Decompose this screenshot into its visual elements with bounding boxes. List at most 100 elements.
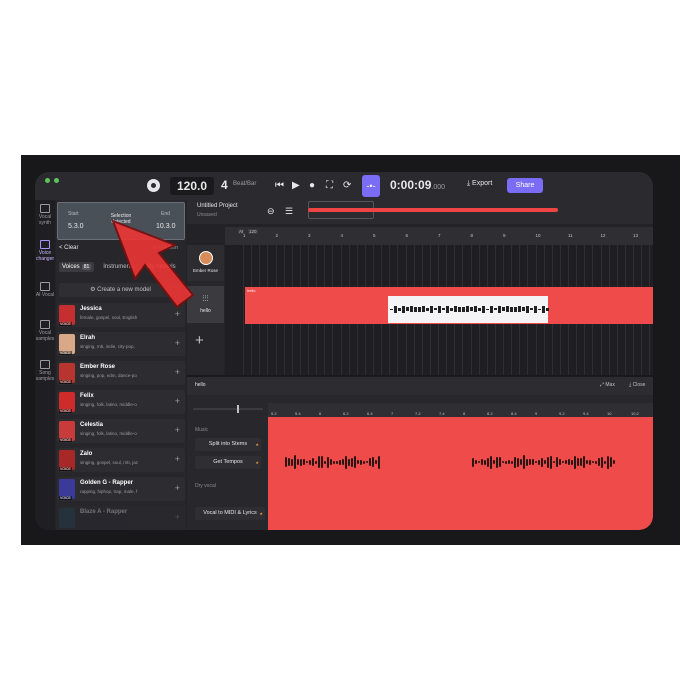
overview-clip-bar xyxy=(308,208,558,212)
waveform-segment xyxy=(438,305,441,313)
waveform-bar xyxy=(577,458,579,466)
add-voice-icon[interactable]: + xyxy=(175,338,180,348)
fullscreen-icon[interactable]: ⛶ xyxy=(326,178,333,194)
dry-vocal-section-label: Dry vocal xyxy=(195,483,216,489)
voice-item[interactable]: VOICE Zalo singing, gospel, soul, rnb, jaz… xyxy=(57,448,185,472)
add-voice-icon[interactable]: + xyxy=(175,483,180,493)
waveform-bar xyxy=(318,456,320,468)
waveform-segment xyxy=(494,308,497,310)
window-controls xyxy=(45,178,59,183)
rail-label: Vocal samples xyxy=(35,330,55,342)
skip-back-icon[interactable]: ⏮ xyxy=(275,178,284,194)
add-track-button[interactable]: + xyxy=(195,332,204,349)
beats-field[interactable]: 4 xyxy=(221,178,228,192)
waveform-bar xyxy=(559,459,561,465)
voice-name: Zalo xyxy=(80,451,93,457)
waveform-bar xyxy=(538,459,540,465)
export-button[interactable]: ⤓ Export xyxy=(467,180,492,188)
voice-item[interactable]: VOICE Elrah singing, rnb, indie, city-pop,… xyxy=(57,332,185,356)
voice-item[interactable]: VOICE Golden G - Rapper rapping, hiphop, t… xyxy=(57,477,185,501)
waveform-segment xyxy=(458,306,461,312)
waveform-bar xyxy=(300,458,302,466)
waveform-segment xyxy=(498,305,501,313)
bar-tick: 1 xyxy=(243,233,246,238)
rail-item-ai-vocal[interactable]: AI Vocal xyxy=(35,282,55,298)
editor-tick: 8.2 xyxy=(487,411,493,416)
close-label: Close xyxy=(632,382,646,388)
annotation-arrow-icon xyxy=(111,219,195,309)
add-voice-icon[interactable]: + xyxy=(175,512,180,522)
record-icon[interactable]: ● xyxy=(309,178,315,194)
metronome-icon[interactable]: ⊖ xyxy=(267,203,275,219)
waveform-segment xyxy=(478,307,481,311)
editor-tick: 10.2 xyxy=(631,411,639,416)
voice-name: Jessica xyxy=(80,306,102,312)
voice-item[interactable]: VOICE Felix singing, folk, latino, middle-… xyxy=(57,390,185,414)
vocal-samples-icon xyxy=(40,320,50,329)
music-section-label: Music xyxy=(195,427,209,433)
rail-item-vocal-samples[interactable]: Vocal samples xyxy=(35,320,55,342)
waveform-segment xyxy=(430,305,433,313)
editor-ruler[interactable] xyxy=(268,403,653,417)
waveform-bar xyxy=(315,460,317,464)
share-button[interactable]: Share xyxy=(507,178,543,193)
add-voice-icon[interactable]: + xyxy=(175,396,180,406)
vocal-to-midi-button[interactable]: Vocal to MIDI & Lyrics ★ xyxy=(195,507,265,520)
tempo-field[interactable]: 120.0 xyxy=(170,177,214,195)
tab-voices[interactable]: Voices 81 xyxy=(59,262,95,272)
waveform-bar xyxy=(472,457,474,467)
add-voice-icon[interactable]: + xyxy=(175,367,180,377)
waveform-segment xyxy=(470,307,473,311)
rail-item-song-samples[interactable]: Song samples xyxy=(35,360,55,382)
editor-header xyxy=(187,375,653,395)
snap-toggle-icon[interactable]: -•- xyxy=(362,175,380,197)
window-dot-green[interactable] xyxy=(45,178,50,183)
play-icon[interactable]: ▶ xyxy=(292,178,300,194)
close-button[interactable]: ⤓ Close xyxy=(629,382,645,388)
voice-item[interactable]: VOICE Ember Rose singing, pop, edm, dance-… xyxy=(57,361,185,385)
get-tempos-button[interactable]: Get Tempos ★ xyxy=(195,456,261,469)
rail-item-vocal-synth[interactable]: Vocal synth xyxy=(35,204,55,226)
voice-tag: VOICE xyxy=(59,409,72,413)
editor-tick: 8.4 xyxy=(511,411,517,416)
waveform-segment xyxy=(414,306,417,312)
waveform-bar xyxy=(342,459,344,465)
editor-tick: 9 xyxy=(535,411,538,416)
project-title[interactable]: Untitled Project xyxy=(197,203,238,209)
waveform-bar xyxy=(306,461,308,463)
song-samples-icon xyxy=(40,360,50,369)
midi-label: Vocal to MIDI & Lyrics xyxy=(203,510,257,516)
waveform-bar xyxy=(324,460,326,464)
split-stems-button[interactable]: Split into Stems ★ xyxy=(195,438,261,451)
voice-item[interactable]: VOICE Celestia singing, folk, latino, midd… xyxy=(57,419,185,443)
clip-label: hello xyxy=(247,288,256,293)
waveform-bar xyxy=(378,455,380,469)
waveform-bar xyxy=(517,457,519,467)
waveform-segment xyxy=(462,306,465,312)
waveform-bar xyxy=(297,459,299,465)
voice-description: singing, folk, latino, middle-o xyxy=(80,402,137,407)
waveform-bar xyxy=(607,455,609,469)
maximize-button[interactable]: ⤢ Max xyxy=(600,382,615,388)
waveform-bar xyxy=(562,461,564,463)
loop-icon[interactable]: ⟳ xyxy=(343,178,351,194)
waveform-segment xyxy=(394,305,397,313)
mixer-icon[interactable]: ☰ xyxy=(285,203,293,219)
clear-button[interactable]: < Clear xyxy=(59,245,79,251)
waveform-segment xyxy=(434,308,437,310)
waveform-segment xyxy=(446,305,449,313)
waveform-segment xyxy=(542,305,545,313)
add-voice-icon[interactable]: + xyxy=(175,454,180,464)
editor-track-name: hello xyxy=(195,382,206,388)
add-voice-icon[interactable]: + xyxy=(175,425,180,435)
zoom-slider[interactable] xyxy=(193,405,263,413)
waveform-bar xyxy=(574,455,576,469)
voice-item[interactable]: Blaze A - Rapper + xyxy=(57,506,185,530)
rail-item-voice-changer[interactable]: Voice changer xyxy=(35,240,55,262)
voice-tag: VOICE xyxy=(59,351,72,355)
editor-waveform[interactable] xyxy=(268,417,653,530)
grid-line xyxy=(243,245,244,375)
window-dot-green-2[interactable] xyxy=(54,178,59,183)
app-logo-icon xyxy=(147,179,160,192)
waveform-bar xyxy=(372,457,374,467)
